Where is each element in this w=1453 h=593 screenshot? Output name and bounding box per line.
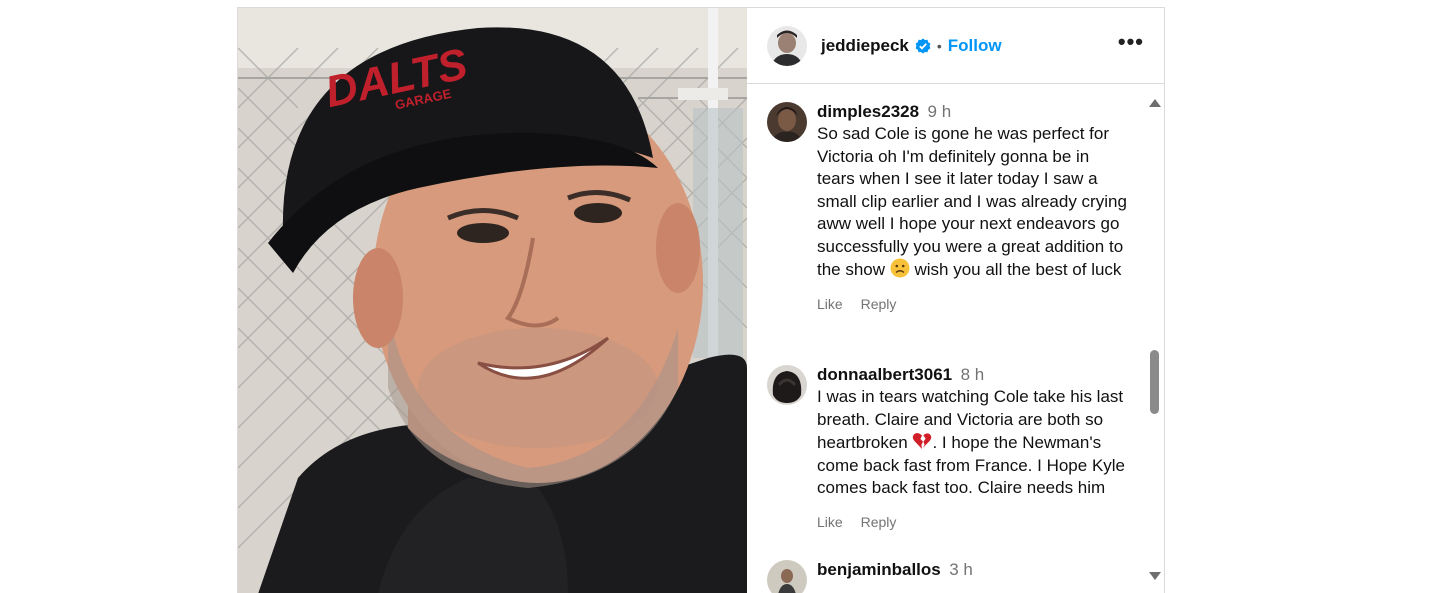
- scrollbar-thumb[interactable]: [1150, 350, 1159, 414]
- comment-text-part: So sad Cole is gone he was perfect for V…: [817, 124, 1127, 279]
- author-username[interactable]: jeddiepeck: [821, 36, 909, 56]
- commenter-username[interactable]: benjaminballos: [817, 560, 941, 579]
- commenter-avatar[interactable]: [767, 365, 807, 405]
- more-options-icon[interactable]: •••: [1118, 30, 1144, 61]
- like-comment-button[interactable]: Like: [817, 514, 843, 530]
- commenter-avatar[interactable]: [767, 102, 807, 142]
- post-photo: DALTS GARAGE: [238, 8, 747, 593]
- comment-text-part: wish you all the best of luck: [909, 260, 1122, 279]
- comment-text: I was in tears watching Cole take his la…: [817, 386, 1128, 500]
- comments-scrollbar[interactable]: [1146, 92, 1162, 593]
- comment-timestamp[interactable]: 9 h: [928, 102, 952, 121]
- comment-item: benjaminballos 3 h: [767, 560, 1128, 593]
- like-comment-button[interactable]: Like: [817, 296, 843, 312]
- comments-list[interactable]: dimples2328 9 h So sad Cole is gone he w…: [747, 84, 1164, 593]
- post-header: jeddiepeck • Follow •••: [747, 8, 1164, 84]
- separator-dot: •: [936, 37, 942, 54]
- instagram-post-modal: DALTS GARAGE jeddiepeck • Follow ••• dim…: [237, 7, 1165, 593]
- comment-timestamp[interactable]: 8 h: [961, 365, 985, 384]
- commenter-username[interactable]: donnaalbert3061: [817, 365, 952, 384]
- sad-face-emoji-icon: [890, 258, 910, 278]
- comment-item: dimples2328 9 h So sad Cole is gone he w…: [767, 102, 1128, 312]
- scroll-down-arrow-icon[interactable]: [1149, 572, 1161, 580]
- commenter-avatar[interactable]: [767, 560, 807, 593]
- follow-button[interactable]: Follow: [948, 36, 1002, 56]
- verified-badge-icon: [915, 38, 931, 53]
- comment-item: donnaalbert3061 8 h I was in tears watch…: [767, 365, 1128, 530]
- broken-heart-emoji-icon: [913, 433, 932, 449]
- reply-comment-button[interactable]: Reply: [861, 296, 897, 312]
- scroll-up-arrow-icon[interactable]: [1149, 99, 1161, 107]
- comment-timestamp[interactable]: 3 h: [949, 560, 973, 579]
- commenter-username[interactable]: dimples2328: [817, 102, 919, 121]
- comment-text: So sad Cole is gone he was perfect for V…: [817, 123, 1128, 282]
- author-avatar[interactable]: [767, 25, 807, 66]
- post-sidebar: jeddiepeck • Follow ••• dimples2328 9 h …: [747, 8, 1164, 593]
- reply-comment-button[interactable]: Reply: [861, 514, 897, 530]
